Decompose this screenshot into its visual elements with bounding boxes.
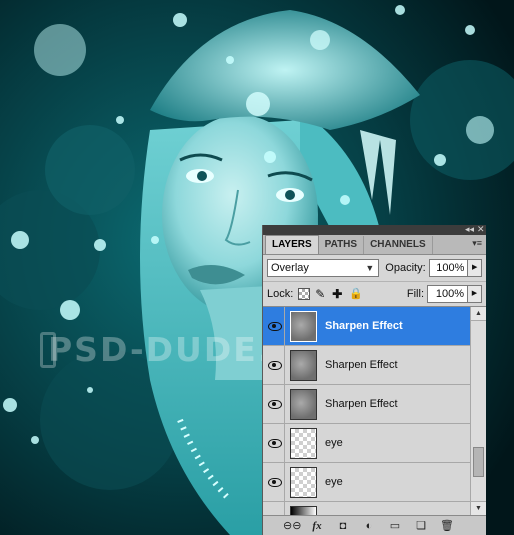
- panel-footer: ⊖⊖ fx ◘ ◐ ▭ ❏ 🗑: [263, 515, 486, 535]
- lock-label: Lock:: [267, 288, 294, 300]
- adjustment-icon[interactable]: ◐: [361, 518, 377, 534]
- link-icon[interactable]: ⊖⊖: [283, 518, 301, 534]
- layers-list: Sharpen Effect Sharpen Effect Sharpen Ef…: [263, 306, 486, 535]
- opacity-label: Opacity:: [385, 262, 426, 274]
- scroll-up-icon[interactable]: ▲: [471, 307, 486, 321]
- tab-paths[interactable]: PATHS: [319, 236, 365, 254]
- layer-name: eye: [325, 476, 343, 488]
- layer-row[interactable]: eye: [263, 423, 470, 463]
- layer-name: Sharpen Effect: [325, 359, 398, 371]
- layer-thumbnail: [290, 349, 317, 381]
- visibility-eye-icon[interactable]: [263, 462, 285, 502]
- layer-row[interactable]: eye: [263, 462, 470, 502]
- tab-layers[interactable]: LAYERS: [265, 235, 319, 254]
- layer-thumbnail: [290, 427, 317, 459]
- layer-name: eye: [325, 437, 343, 449]
- panel-tabs: LAYERS PATHS CHANNELS ▾≡: [263, 235, 486, 255]
- move-icon[interactable]: ✚: [332, 288, 344, 300]
- fx-icon[interactable]: fx: [309, 518, 325, 534]
- collapse-icon[interactable]: ◂◂: [465, 225, 474, 234]
- layer-row[interactable]: Sharpen Effect: [263, 345, 470, 385]
- panel-menu-icon[interactable]: ▾≡: [472, 238, 482, 249]
- close-icon[interactable]: ✕: [477, 225, 485, 234]
- scrollbar-thumb[interactable]: [473, 447, 484, 477]
- opacity-slider-button[interactable]: ▶: [468, 259, 482, 277]
- new-layer-icon[interactable]: ❏: [413, 518, 429, 534]
- lock-icon[interactable]: 🔒: [349, 288, 363, 300]
- mask-icon[interactable]: ◘: [335, 518, 351, 534]
- layers-scrollbar[interactable]: ▲ ▼: [470, 307, 486, 515]
- visibility-eye-icon[interactable]: [263, 345, 285, 385]
- brush-icon[interactable]: ✎: [315, 288, 327, 300]
- fill-input[interactable]: 100%: [427, 285, 468, 303]
- folder-icon[interactable]: ▭: [387, 518, 403, 534]
- blend-row: Overlay ▼ Opacity: 100% ▶: [263, 255, 486, 282]
- layer-thumbnail: [290, 466, 317, 498]
- layers-panel: ◂◂ ✕ LAYERS PATHS CHANNELS ▾≡ Overlay ▼ …: [262, 225, 486, 535]
- layer-row[interactable]: Sharpen Effect: [263, 306, 470, 346]
- lock-transparency-icon[interactable]: [298, 288, 311, 300]
- visibility-eye-icon[interactable]: [263, 306, 285, 346]
- fill-slider-button[interactable]: ▶: [468, 285, 482, 303]
- lock-row: Lock: ✎ ✚ 🔒 Fill: 100% ▶: [263, 282, 486, 307]
- visibility-eye-icon[interactable]: [263, 384, 285, 424]
- tab-channels[interactable]: CHANNELS: [364, 236, 433, 254]
- layer-thumbnail: [290, 310, 317, 342]
- layer-row[interactable]: Sharpen Effect: [263, 384, 470, 424]
- trash-icon[interactable]: 🗑: [439, 518, 455, 534]
- opacity-input[interactable]: 100%: [428, 259, 469, 277]
- fill-label: Fill:: [406, 288, 424, 300]
- layer-name: Sharpen Effect: [325, 320, 403, 332]
- scroll-down-icon[interactable]: ▼: [471, 501, 486, 515]
- visibility-eye-icon[interactable]: [263, 423, 285, 463]
- layer-name: Sharpen Effect: [325, 398, 398, 410]
- blend-mode-select[interactable]: Overlay ▼: [267, 259, 380, 277]
- blend-mode-value: Overlay: [271, 262, 309, 274]
- chevron-down-icon: ▼: [365, 263, 375, 273]
- panel-title-bar[interactable]: ◂◂ ✕: [263, 225, 486, 235]
- layer-thumbnail: [290, 388, 317, 420]
